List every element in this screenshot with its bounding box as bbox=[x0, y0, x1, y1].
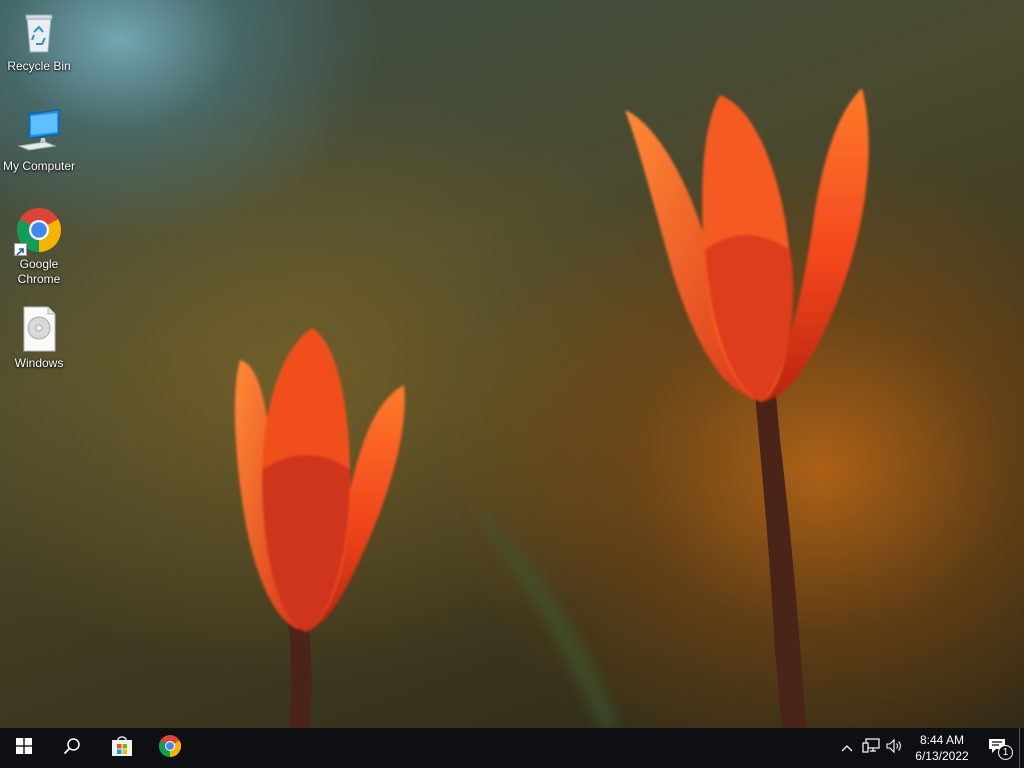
disc-image-file-icon bbox=[15, 305, 63, 353]
desktop-icon-recycle-bin[interactable]: Recycle Bin bbox=[1, 8, 77, 74]
network-button[interactable] bbox=[859, 728, 883, 768]
volume-icon bbox=[886, 738, 904, 759]
chrome-icon bbox=[14, 206, 63, 256]
desktop-icon-my-computer[interactable]: My Computer bbox=[1, 108, 77, 174]
show-hidden-icons-button[interactable] bbox=[835, 728, 859, 768]
system-tray: 8:44 AM 6/13/2022 1 bbox=[835, 728, 1024, 768]
recycle-bin-icon bbox=[15, 8, 63, 56]
wallpaper-tulips bbox=[234, 88, 869, 728]
search-button[interactable] bbox=[48, 728, 96, 768]
chrome-icon bbox=[158, 734, 182, 763]
shortcut-arrow-icon bbox=[14, 243, 27, 256]
desktop-icon-windows-iso[interactable]: Windows bbox=[1, 305, 77, 371]
clock-time: 8:44 AM bbox=[919, 733, 965, 747]
taskbar-microsoft-store[interactable] bbox=[98, 728, 146, 768]
volume-button[interactable] bbox=[883, 728, 907, 768]
taskbar: 8:44 AM 6/13/2022 1 bbox=[0, 728, 1024, 768]
desktop[interactable]: Recycle Bin My Computer Google Chrome Wi… bbox=[0, 0, 1024, 728]
desktop-icon-label: Windows bbox=[14, 356, 64, 370]
desktop-icon-label: Recycle Bin bbox=[7, 59, 71, 73]
taskbar-google-chrome[interactable] bbox=[146, 728, 194, 768]
notification-count-badge: 1 bbox=[998, 745, 1013, 760]
chevron-up-icon bbox=[841, 739, 853, 757]
desktop-icon-label: My Computer bbox=[2, 159, 76, 173]
search-icon bbox=[63, 737, 81, 760]
desktop-icon-label: Google Chrome bbox=[17, 257, 61, 286]
desktop-icon-google-chrome[interactable]: Google Chrome bbox=[1, 206, 77, 287]
store-icon bbox=[110, 734, 134, 763]
start-button[interactable] bbox=[0, 728, 48, 768]
show-desktop-button[interactable] bbox=[1019, 728, 1024, 768]
clock-button[interactable]: 8:44 AM 6/13/2022 bbox=[909, 728, 975, 768]
action-center-button[interactable]: 1 bbox=[975, 728, 1019, 768]
windows-logo-icon bbox=[16, 737, 32, 759]
computer-icon bbox=[15, 108, 63, 156]
clock-date: 6/13/2022 bbox=[915, 749, 969, 763]
network-icon bbox=[862, 737, 880, 759]
